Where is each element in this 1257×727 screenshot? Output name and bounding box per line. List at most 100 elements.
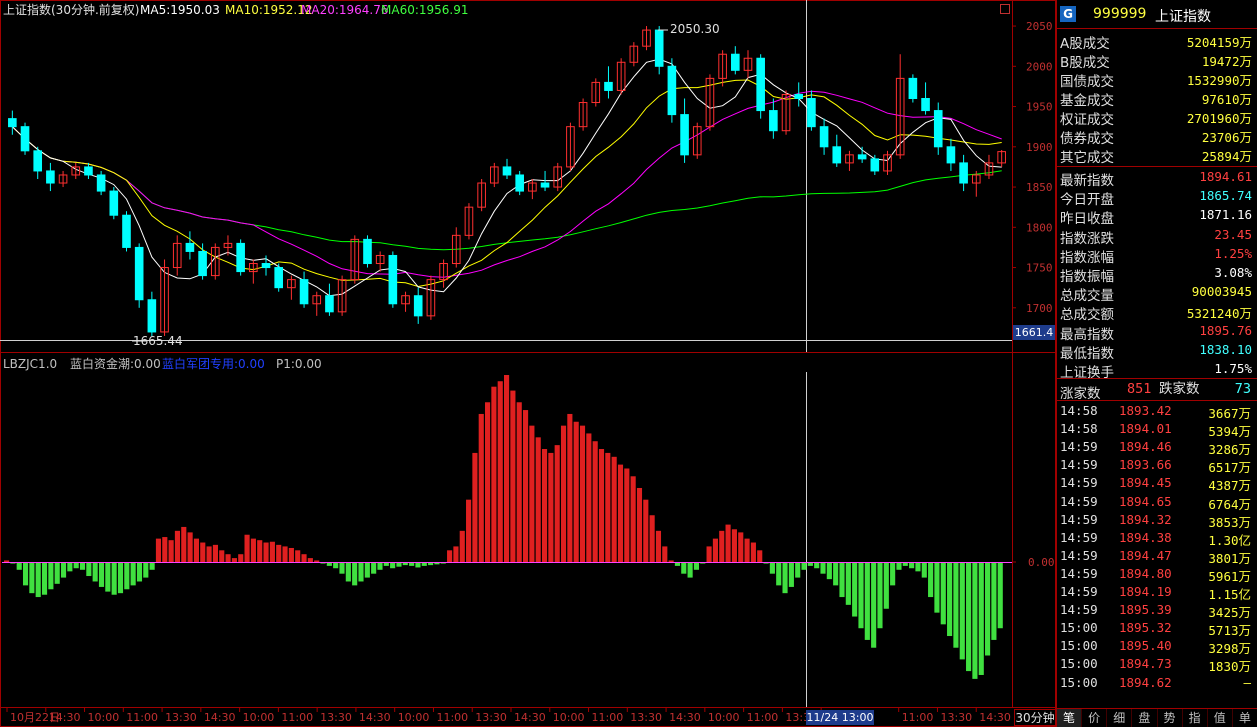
histogram-bar <box>288 547 294 562</box>
tick-time: 14:59 <box>1060 511 1098 527</box>
histogram-bar <box>915 562 921 572</box>
quote-label: 指数振幅 <box>1060 269 1114 285</box>
histogram-bar <box>358 562 364 582</box>
low-annotation: 1665.44 <box>133 334 183 348</box>
period-button[interactable]: 30分钟 <box>1014 709 1056 726</box>
histogram-bar <box>307 558 313 562</box>
quote-label: 最低指数 <box>1060 345 1114 362</box>
tick-time: 15:00 <box>1060 674 1098 690</box>
panel-tab[interactable]: 指 <box>1183 709 1208 727</box>
tick-time: 15:00 <box>1060 638 1098 654</box>
tick-row[interactable]: 14:59 1894.46 3286万 <box>1057 438 1255 457</box>
g-badge-icon[interactable]: G <box>1060 6 1076 22</box>
stat-label: 债券成交 <box>1060 131 1114 147</box>
maximize-icon[interactable] <box>1000 4 1010 14</box>
tick-row[interactable]: 14:59 1894.38 1.30亿 <box>1057 529 1255 548</box>
stat-row: B股成交 19472万 <box>1057 50 1255 71</box>
y-tick-label: 2050 <box>1026 20 1053 33</box>
histogram-bar <box>852 562 858 617</box>
quote-value: 1838.10 <box>1199 341 1252 357</box>
histogram-bar <box>143 562 149 578</box>
tick-price: 1894.65 <box>1119 493 1172 509</box>
stat-value: 19472万 <box>1201 54 1252 69</box>
histogram-bar <box>548 452 554 562</box>
histogram-bar <box>54 562 60 584</box>
tick-row[interactable]: 14:58 1894.01 5394万 <box>1057 420 1255 439</box>
histogram-bar <box>719 530 725 562</box>
panel-header: G 999999 上证指数 <box>1057 3 1257 25</box>
x-tick-label: 10:00 <box>398 711 430 724</box>
panel-tab[interactable]: 细 <box>1107 709 1133 727</box>
tick-row[interactable]: 14:59 1894.32 3853万 <box>1057 511 1255 530</box>
candle-body <box>933 110 943 148</box>
histogram-bar <box>795 562 801 578</box>
breadth-row: 涨家数 851 跌家数 73 <box>1057 381 1255 402</box>
tick-row[interactable]: 14:58 1893.42 3667万 <box>1057 402 1255 421</box>
tick-row[interactable]: 15:00 1895.32 5713万 <box>1057 619 1255 638</box>
quote-row: 总成交额 5321240万 <box>1057 302 1255 323</box>
tick-row[interactable]: 14:59 1894.80 5961万 <box>1057 565 1255 584</box>
histogram-bar <box>130 562 136 586</box>
histogram-bar <box>339 562 345 574</box>
quote-value: 1871.16 <box>1199 207 1252 223</box>
panel-tab[interactable]: 值 <box>1208 709 1233 727</box>
ma60-line <box>11 126 1002 251</box>
panel-tab[interactable]: 价 <box>1082 709 1108 727</box>
histogram-bar <box>377 562 383 570</box>
tick-row[interactable]: 15:00 1894.73 1830万 <box>1057 655 1255 674</box>
candle-body <box>261 263 271 269</box>
stat-value: 23706万 <box>1201 130 1252 145</box>
tick-row[interactable]: 14:59 1894.19 1.15亿 <box>1057 583 1255 602</box>
tick-row[interactable]: 14:59 1894.65 6764万 <box>1057 493 1255 512</box>
tick-row[interactable]: 15:00 1895.40 3298万 <box>1057 637 1255 656</box>
candle-body <box>515 174 524 192</box>
tick-row[interactable]: 14:59 1895.39 3425万 <box>1057 601 1255 620</box>
histogram-bar <box>845 562 851 605</box>
histogram-bar <box>864 562 870 640</box>
ma20-line <box>11 90 1002 278</box>
histogram-bar <box>896 562 902 570</box>
panel-tabs: 笔价细盘势指值单 <box>1057 708 1257 727</box>
quote-value: 1.25% <box>1214 245 1252 261</box>
histogram-bar <box>921 562 927 578</box>
histogram-bar <box>586 433 592 562</box>
panel-tab[interactable]: 单 <box>1233 709 1257 727</box>
down-count-label: 跌家数 <box>1159 381 1200 397</box>
histogram-bar <box>79 562 86 570</box>
stat-row: 权证成交 2701960万 <box>1057 107 1255 128</box>
histogram-bar <box>953 562 959 648</box>
histogram-bar <box>111 562 117 595</box>
histogram-bar <box>738 532 744 562</box>
stat-label: 国债成交 <box>1060 74 1114 90</box>
histogram-bar <box>871 562 877 648</box>
tick-price: 1894.01 <box>1119 421 1172 437</box>
candle-body <box>959 162 968 184</box>
x-tick-label: 10:00 <box>708 711 740 724</box>
quote-value: 23.45 <box>1214 226 1252 242</box>
panel-tab[interactable]: 盘 <box>1132 709 1158 727</box>
histogram-bar <box>567 413 573 562</box>
candle-body <box>413 295 423 317</box>
histogram-bar <box>510 390 516 562</box>
tick-row[interactable]: 14:59 1894.47 3801万 <box>1057 547 1255 566</box>
histogram-bar <box>788 562 794 587</box>
histogram-bar <box>345 562 351 582</box>
tick-row[interactable]: 15:00 1894.62 — <box>1057 674 1255 692</box>
tick-row[interactable]: 14:59 1893.66 6517万 <box>1057 456 1255 475</box>
quote-label: 最高指数 <box>1060 326 1114 343</box>
candle-body <box>388 254 398 305</box>
histogram-bar <box>491 386 497 562</box>
histogram-bar <box>668 560 674 562</box>
histogram-bar <box>997 562 1003 629</box>
candle-body <box>325 295 334 313</box>
quote-row: 最新指数 1894.61 <box>1057 168 1255 189</box>
candle-body <box>857 154 867 160</box>
panel-tab[interactable]: 笔 <box>1057 709 1083 727</box>
panel-code: 999999 <box>1093 6 1147 22</box>
tick-row[interactable]: 14:59 1894.45 4387万 <box>1057 474 1255 493</box>
panel-tab[interactable]: 势 <box>1158 709 1183 727</box>
histogram-bar <box>522 410 529 562</box>
histogram-bar <box>959 562 965 660</box>
candle-body <box>198 250 207 277</box>
x-tick-label: 13:30 <box>475 711 507 724</box>
